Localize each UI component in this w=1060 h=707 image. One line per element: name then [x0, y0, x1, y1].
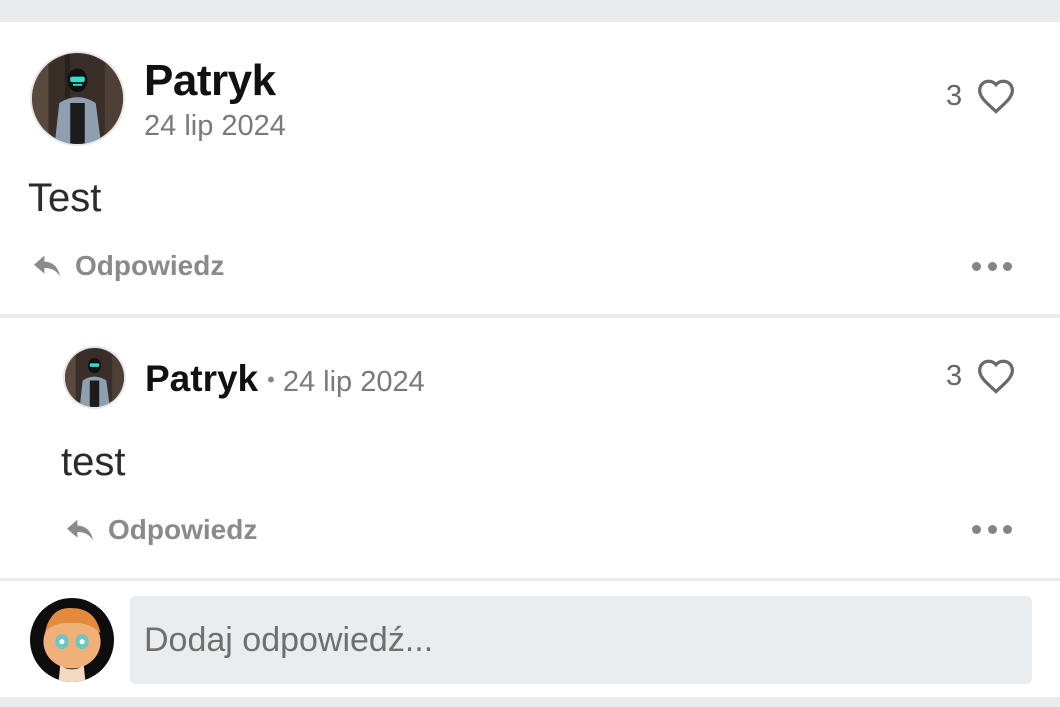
reply-text: test: [61, 440, 126, 484]
more-horizontal-icon: [972, 261, 981, 271]
reply-composer: [0, 581, 1060, 697]
reply-author-avatar[interactable]: [63, 346, 126, 409]
reply-date: 24 lip 2024: [282, 366, 425, 398]
author-avatar[interactable]: [30, 51, 125, 146]
more-dot: [987, 261, 997, 271]
current-user-avatar: [30, 598, 114, 682]
reply-card: Patryk • 24 lip 2024 3 test Odpowiedz: [0, 318, 1060, 578]
like-count: 3: [946, 79, 963, 112]
reply-arrow-icon: [34, 255, 60, 277]
more-dot: [1003, 524, 1012, 534]
more-options-button[interactable]: [972, 256, 1012, 276]
meta-separator: •: [267, 367, 275, 392]
more-dot: [1003, 261, 1012, 271]
reply-label: Odpowiedz: [75, 250, 225, 281]
heart-outline-icon: [978, 79, 1015, 114]
heart-outline-icon: [978, 359, 1015, 394]
reply-author-name[interactable]: Patryk: [145, 358, 258, 400]
avatar-image: [65, 348, 124, 407]
comment-text: Test: [28, 176, 102, 220]
reply-like-count: 3: [946, 359, 963, 392]
reply-input[interactable]: [130, 596, 1032, 684]
reply-button[interactable]: Odpowiedz: [31, 250, 224, 282]
more-horizontal-icon: [972, 524, 981, 534]
reply-meta: Patryk • 24 lip 2024: [145, 358, 425, 400]
avatar-image: [30, 598, 114, 682]
reply-like-button[interactable]: 3: [946, 358, 1016, 394]
more-dot: [987, 524, 997, 534]
reply-label: Odpowiedz: [108, 514, 258, 545]
comment-card: Patryk 24 lip 2024 3 Test Odpowiedz: [0, 22, 1060, 314]
author-name[interactable]: Patryk: [144, 56, 276, 106]
like-button[interactable]: 3: [946, 78, 1016, 114]
reply-reply-button[interactable]: Odpowiedz: [64, 514, 257, 546]
avatar-image: [32, 53, 123, 144]
comment-date: 24 lip 2024: [144, 110, 286, 142]
reply-arrow-icon: [67, 519, 93, 541]
comments-page: Patryk 24 lip 2024 3 Test Odpowiedz Patr…: [0, 0, 1060, 707]
reply-more-options-button[interactable]: [972, 519, 1012, 539]
